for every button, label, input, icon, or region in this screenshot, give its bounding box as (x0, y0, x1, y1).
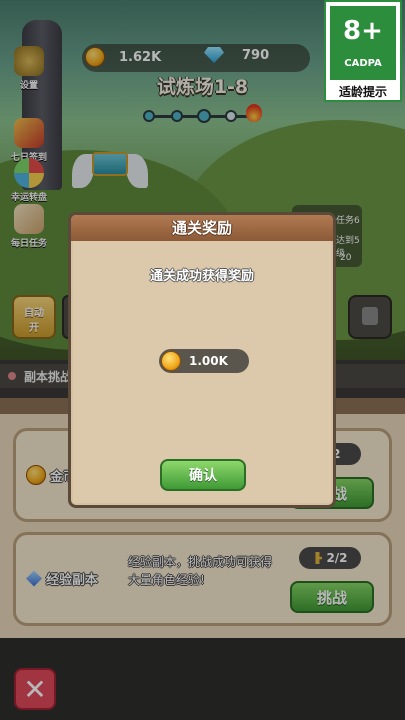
dialog-header: 通关奖励 (71, 215, 333, 241)
reward-amount: 1.00K (189, 354, 228, 368)
age-rating-value: 8+ (343, 16, 383, 46)
coin-icon (161, 351, 181, 371)
age-rating-plate: 8+ CADPA (330, 6, 396, 80)
age-rating-org: CADPA (344, 58, 382, 69)
reward-item: 1.00K (159, 349, 249, 373)
reward-dialog: 通关奖励 通关成功获得奖励 1.00K 确认 (68, 212, 336, 508)
dialog-title: 通关奖励 (171, 219, 232, 237)
age-rating-badge: 8+ CADPA 适龄提示 (324, 0, 402, 102)
confirm-button[interactable]: 确认 (160, 459, 246, 491)
age-rating-tip: 适龄提示 (338, 85, 387, 99)
dialog-message: 通关成功获得奖励 (149, 269, 254, 284)
